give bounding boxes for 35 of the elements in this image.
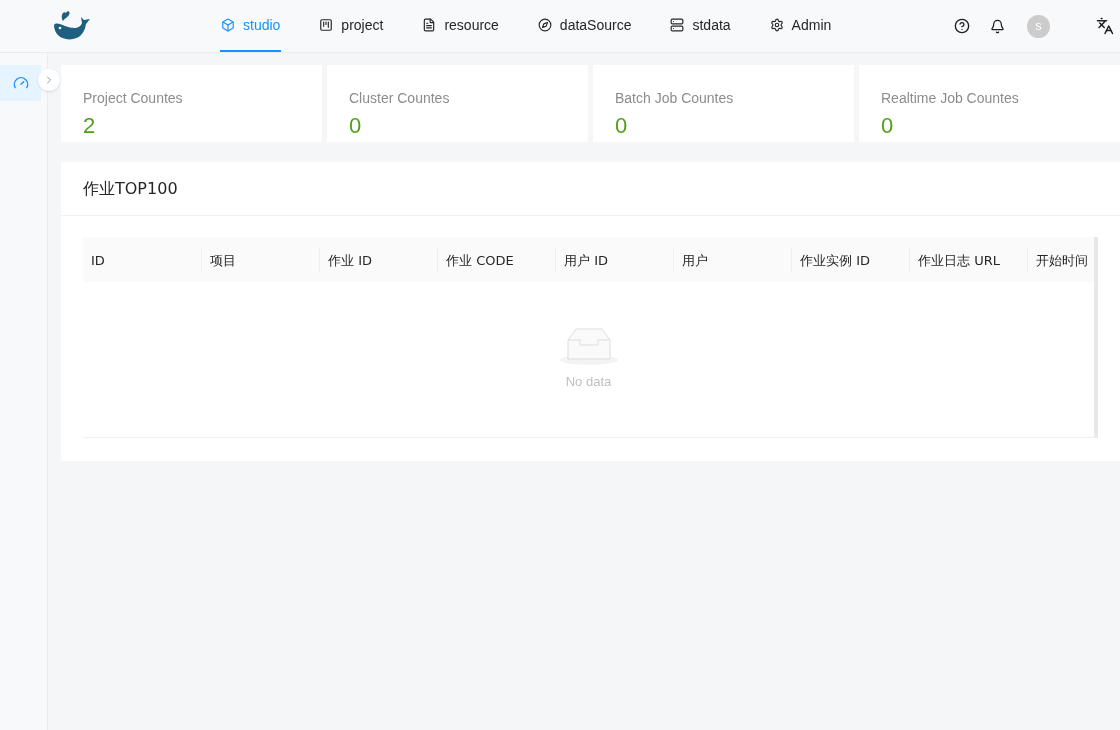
- board-icon: [319, 18, 334, 32]
- stat-value: 2: [83, 113, 97, 139]
- empty-text: No data: [565, 373, 612, 391]
- nav-tab[interactable]: Admin: [768, 0, 833, 52]
- bell-icon[interactable]: [990, 18, 1005, 34]
- document-icon: [422, 18, 437, 32]
- nav-tab[interactable]: dataSource: [536, 0, 633, 52]
- column-header: 作业实例 ID: [800, 252, 870, 268]
- gauge-icon: [12, 75, 29, 91]
- column-header: 作业日志 URL: [918, 252, 1000, 268]
- server-icon: [670, 18, 685, 32]
- empty-inbox-icon: [558, 326, 619, 366]
- stat-label: Cluster Countes: [349, 90, 451, 107]
- column-header: 用户: [682, 252, 708, 268]
- help-icon[interactable]: [954, 18, 970, 34]
- column-header: 用户 ID: [564, 252, 608, 268]
- nav-tab[interactable]: stdata: [669, 0, 732, 52]
- column-header: 作业 ID: [328, 252, 372, 268]
- compass-icon: [537, 18, 552, 32]
- settings-icon: [769, 18, 784, 32]
- stat-value: 0: [615, 113, 629, 139]
- nav-tab[interactable]: resource: [421, 0, 500, 52]
- panel-title: 作业TOP100: [83, 177, 178, 200]
- column-header: 开始时间: [1036, 252, 1088, 268]
- column-header: 作业 CODE: [446, 252, 514, 268]
- stat-label: Project Countes: [83, 90, 184, 107]
- column-header: 项目: [210, 252, 236, 268]
- column-header: ID: [91, 252, 105, 268]
- nav-tab[interactable]: project: [318, 0, 385, 52]
- stat-label: Batch Job Countes: [615, 90, 735, 107]
- language-icon[interactable]: [1096, 17, 1114, 35]
- stat-value: 0: [349, 113, 363, 139]
- stat-label: Realtime Job Countes: [881, 90, 1020, 107]
- stat-value: 0: [881, 113, 895, 139]
- cube-icon: [221, 18, 235, 32]
